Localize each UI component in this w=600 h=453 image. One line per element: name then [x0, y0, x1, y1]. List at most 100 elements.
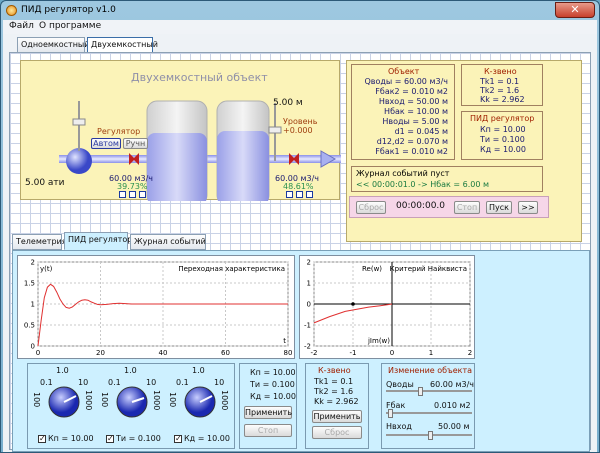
knob-ti-scale-2: 10 — [146, 378, 157, 387]
knob-kd-scale-1: 0.1 — [176, 378, 189, 387]
knob-kd-scale-top: 1.0 — [192, 366, 205, 375]
k-box-row-1: Tk1 = 0.1 — [314, 377, 354, 386]
k-title: К-звено — [484, 67, 517, 76]
tab-double-tank[interactable]: Двухемкостный — [87, 37, 158, 53]
reset-button[interactable]: Сброс — [356, 201, 386, 214]
event-line: << 00:00:01.0 -> Hбак = 6.00 м — [356, 180, 490, 189]
k-row-3: Kk = 2.962 — [480, 95, 525, 104]
pump-ball — [66, 148, 92, 174]
level-slider — [268, 126, 282, 134]
knob-ti-scale-1: 0.1 — [108, 378, 121, 387]
stop-button[interactable]: Стоп — [454, 201, 480, 214]
tab-pid[interactable]: ПИД регулятор — [64, 232, 132, 250]
change-object-box: Изменение объекта Qводы 60.00 м3/ч Fбак … — [381, 363, 475, 449]
plant-diagram: Двухемкостный объект Регулятор Автом Руч… — [20, 60, 341, 201]
step-response-svg: 0 20 40 60 80 0 0.5 1 1.5 2 Переходная характерист… — [24, 259, 293, 358]
tab-event-log[interactable]: Журнал событий — [130, 234, 206, 250]
outlet-arrow-icon — [320, 150, 337, 168]
level-label: Уровень — [283, 117, 318, 126]
x-tick-label: 60 — [221, 349, 230, 357]
menu-file[interactable]: Файл — [9, 21, 34, 31]
knob-kp-scale-top: 1.0 — [56, 366, 69, 375]
object-box: Объект Qводы = 60.00 м3/ч Fбак2 = 0.010 … — [351, 64, 455, 160]
knob-kp[interactable] — [48, 386, 80, 418]
k-reset-button[interactable]: Сброс — [312, 426, 362, 439]
kp-checkbox[interactable]: ✓ Кп = 10.00 — [38, 434, 94, 443]
k-box-row-2: Tk2 = 1.6 — [314, 387, 354, 396]
client-area: Одноемкостный Двухемкостный Двухемкостны… — [3, 34, 597, 452]
change-f-slider[interactable] — [386, 412, 472, 414]
kp-checkbox-label: Кп = 10.00 — [48, 434, 94, 443]
change-h-slider-thumb[interactable] — [428, 431, 433, 440]
pid-stop-button[interactable]: Стоп — [244, 424, 292, 437]
indicator-right-1[interactable] — [286, 191, 293, 198]
window-title: ПИД регулятор v1.0 — [21, 5, 116, 15]
object-row-1: Qводы = 60.00 м3/ч — [364, 77, 448, 86]
start-button[interactable]: Пуск — [486, 201, 512, 214]
object-row-2: Fбак2 = 0.010 м2 — [375, 87, 448, 96]
y-tick-label: 1 — [31, 301, 35, 309]
indicator-left-1[interactable] — [119, 191, 126, 198]
x-tick-label: 20 — [96, 349, 105, 357]
knob-kd-scale-2: 10 — [214, 378, 225, 387]
object-row-8: Fбак1 = 0.010 м2 — [375, 147, 448, 156]
knob-ti[interactable] — [116, 386, 148, 418]
k-box: К-звено Tk1 = 0.1 Tk2 = 1.6 Kk = 2.962 — [461, 64, 543, 106]
y-tick-label: 1 — [307, 280, 311, 288]
change-q-slider-thumb[interactable] — [418, 387, 423, 396]
kd-checkbox[interactable]: ✓ Кд = 10.00 — [174, 434, 230, 443]
nyquist-svg: -2 -1 0 1 2 -2 -1 0 1 2 Критерий Найквиста Re(w) jIm… — [304, 259, 472, 358]
y-tick-label: 0 — [307, 301, 311, 309]
y-tick-label: -1 — [304, 322, 311, 330]
x-tick-label: -2 — [311, 349, 318, 357]
object-title: Объект — [388, 67, 420, 76]
change-h-value: 50.00 м — [438, 422, 470, 431]
level-value: 5.00 м — [273, 98, 303, 108]
k-apply-button[interactable]: Применить — [312, 410, 362, 423]
title-bar: ПИД регулятор v1.0 ✕ — [1, 1, 599, 20]
tab-single-tank[interactable]: Одноемкостный — [17, 37, 89, 53]
change-q-slider[interactable] — [386, 390, 472, 392]
knob-ti-scale-3: 100 — [100, 392, 109, 408]
k-row-2: Tk2 = 1.6 — [480, 86, 520, 95]
close-button[interactable]: ✕ — [555, 2, 595, 18]
indicator-right-2[interactable] — [296, 191, 303, 198]
change-q-value: 60.00 м3/ч — [430, 380, 474, 389]
y-axis-label: Re(w) — [362, 265, 382, 273]
change-q-label: Qводы — [386, 380, 414, 389]
knob-kp-scale-1: 0.1 — [40, 378, 53, 387]
fast-forward-button[interactable]: >> — [518, 201, 538, 214]
main-panel: Двухемкостный объект Регулятор Автом Руч… — [9, 52, 591, 452]
chart-title: Критерий Найквиста — [390, 265, 467, 273]
change-h-label: Hвход — [386, 422, 412, 431]
mode-auto-button[interactable]: Автом — [91, 138, 121, 149]
pid-tab-panel: 0 20 40 60 80 0 0.5 1 1.5 2 Переходная характерист… — [12, 250, 590, 452]
info-panel: Объект Qводы = 60.00 м3/ч Fбак2 = 0.010 … — [346, 60, 582, 242]
pid-box-row-1: Кп = 10.00 — [250, 368, 296, 377]
chart-title: Переходная характеристика — [178, 265, 285, 273]
indicator-left-3[interactable] — [139, 191, 146, 198]
kd-checkbox-label: Кд = 10.00 — [184, 434, 230, 443]
control-bar: Сброс 00:00:00.0 Стоп Пуск >> — [349, 196, 549, 218]
app-icon — [6, 5, 17, 16]
ti-checkbox[interactable]: ✓ Ти = 0.100 — [106, 434, 161, 443]
y-axis-label: y(t) — [40, 265, 53, 273]
step-response-chart: 0 20 40 60 80 0 0.5 1 1.5 2 Переходная характерист… — [17, 255, 295, 359]
pid-box-row-3: Кд = 10.00 — [250, 392, 296, 401]
percent-left: 39.73% — [117, 182, 148, 191]
tab-telemetry[interactable]: Телеметрия — [12, 234, 67, 250]
pid-box: ПИД регулятор Кп = 10.00 Ти = 0.100 Кд =… — [461, 111, 543, 160]
object-row-7: d12,d2 = 0.070 м — [376, 137, 448, 146]
mode-manual-button[interactable]: Ручн — [123, 138, 148, 149]
pid-apply-button[interactable]: Применить — [244, 406, 292, 419]
knob-kd[interactable] — [184, 386, 216, 418]
check-icon: ✓ — [38, 433, 46, 443]
k-apply-box: К-звено Tk1 = 0.1 Tk2 = 1.6 Kk = 2.962 П… — [305, 363, 369, 449]
menu-about[interactable]: О программе — [39, 21, 101, 31]
k-row-1: Tk1 = 0.1 — [480, 77, 520, 86]
indicator-right-3[interactable] — [306, 191, 313, 198]
indicator-left-2[interactable] — [129, 191, 136, 198]
menu-bar: Файл О программе — [3, 20, 597, 34]
change-f-slider-thumb[interactable] — [388, 409, 393, 418]
object-row-4: Hбак = 10.00 м — [384, 107, 448, 116]
